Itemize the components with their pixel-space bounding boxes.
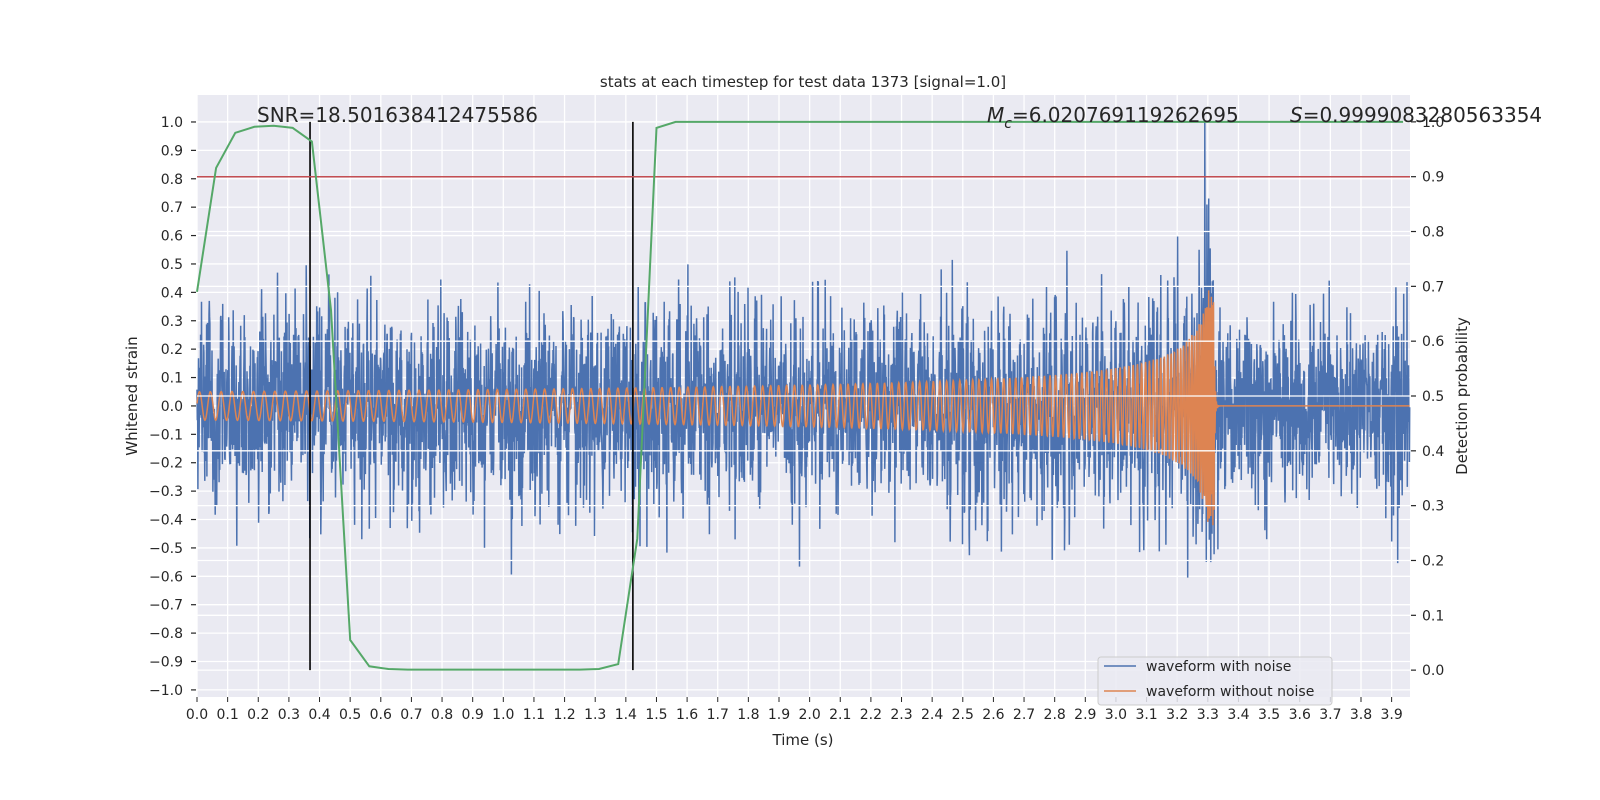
right-y-tick-label: 0.1 [1422, 608, 1444, 624]
x-tick-label: 2.2 [860, 707, 882, 723]
right-y-tick-label: 0.6 [1422, 334, 1444, 350]
y-tick-label: 0.4 [161, 285, 183, 301]
right-y-tick-label: 0.2 [1422, 553, 1444, 569]
x-tick-label: 1.6 [676, 707, 698, 723]
y-tick-label: −0.5 [149, 541, 183, 557]
legend-label-without-noise: waveform without noise [1146, 684, 1314, 700]
x-tick-label: 0.4 [308, 707, 330, 723]
x-tick-label: 2.1 [829, 707, 851, 723]
x-tick-label: 0.6 [370, 707, 392, 723]
x-tick-label: 0.0 [186, 707, 208, 723]
x-tick-label: 0.5 [339, 707, 361, 723]
x-axis-label: Time (s) [772, 731, 834, 749]
chart-title: stats at each timestep for test data 137… [600, 73, 1006, 91]
x-tick-label: 1.4 [615, 707, 637, 723]
y-axis-label: Whitened strain [123, 336, 141, 455]
right-y-tick-label: 0.8 [1422, 225, 1444, 241]
x-tick-label: 3.0 [1105, 707, 1127, 723]
snr-annotation: SNR=18.501638412475586 [257, 103, 538, 127]
x-tick-label: 1.1 [523, 707, 545, 723]
y-tick-label: 1.0 [161, 115, 183, 131]
x-tick-label: 2.3 [890, 707, 912, 723]
x-tick-label: 3.9 [1380, 707, 1402, 723]
right-y-ticks: 1.00.90.80.70.60.50.40.30.20.10.0 [1411, 115, 1444, 679]
y-tick-label: 0.3 [161, 314, 183, 330]
right-y-tick-label: 0.5 [1422, 389, 1444, 405]
x-tick-label: 1.5 [645, 707, 667, 723]
x-tick-label: 0.2 [247, 707, 269, 723]
x-tick-label: 3.4 [1227, 707, 1249, 723]
right-y-tick-label: 0.4 [1422, 444, 1444, 460]
y-tick-label: −1.0 [149, 683, 183, 699]
y-tick-label: 0.5 [161, 257, 183, 273]
mc-value: =6.020769119262695 [1012, 103, 1239, 127]
y-tick-label: 0.9 [161, 143, 183, 159]
x-tick-label: 2.6 [982, 707, 1004, 723]
y-tick-label: 0.7 [161, 200, 183, 216]
y-tick-label: −0.7 [149, 598, 183, 614]
chart: 0.0 0.1 0.2 0.3 0.4 0.5 0.6 0.7 0.8 0.9 1.0 1.1 1.2 1… [123, 73, 1542, 749]
y-tick-label: −0.6 [149, 569, 183, 585]
x-tick-label: 2.0 [798, 707, 820, 723]
y-ticks: 1.0 0.9 0.8 0.7 0.6 0.5 0.4 0.3 0.2 0.1 0.0 −0.1 −0.… [149, 115, 196, 699]
y-tick-label: 0.6 [161, 229, 183, 245]
x-tick-label: 2.8 [1044, 707, 1066, 723]
s-value: =0.9999083280563354 [1303, 103, 1542, 127]
x-tick-label: 2.4 [921, 707, 943, 723]
y-tick-label: −0.4 [149, 513, 183, 529]
x-tick-label: 2.9 [1074, 707, 1096, 723]
legend: waveform with noise waveform without noi… [1097, 656, 1333, 706]
right-y-axis-label: Detection probability [1453, 317, 1471, 475]
y-tick-label: 0.1 [161, 371, 183, 387]
y-tick-label: 0.8 [161, 172, 183, 188]
s-symbol: S [1290, 103, 1303, 127]
x-tick-label: 3.6 [1289, 707, 1311, 723]
x-tick-label: 3.7 [1319, 707, 1341, 723]
right-y-tick-label: 0.3 [1422, 499, 1444, 515]
right-y-tick-label: 0.0 [1422, 663, 1444, 679]
x-tick-label: 1.7 [707, 707, 729, 723]
mc-symbol: M [987, 103, 1004, 127]
right-y-tick-label: 0.7 [1422, 279, 1444, 295]
x-tick-label: 0.9 [462, 707, 484, 723]
x-tick-label: 1.0 [492, 707, 514, 723]
x-tick-label: 1.8 [737, 707, 759, 723]
x-tick-label: 0.7 [400, 707, 422, 723]
x-tick-label: 2.5 [952, 707, 974, 723]
x-tick-label: 1.3 [584, 707, 606, 723]
y-tick-label: 0.0 [161, 399, 183, 415]
x-tick-label: 3.8 [1350, 707, 1372, 723]
x-tick-label: 0.3 [278, 707, 300, 723]
x-tick-label: 0.8 [431, 707, 453, 723]
y-tick-label: −0.1 [149, 427, 183, 443]
x-tick-label: 3.1 [1135, 707, 1157, 723]
score-annotation: S=0.9999083280563354 [1290, 103, 1542, 127]
x-tick-label: 1.9 [768, 707, 790, 723]
x-tick-label: 3.5 [1258, 707, 1280, 723]
y-tick-label: −0.2 [149, 456, 183, 472]
right-y-tick-label: 0.9 [1422, 170, 1444, 186]
y-tick-label: −0.8 [149, 626, 183, 642]
y-tick-label: −0.9 [149, 655, 183, 671]
x-tick-label: 3.2 [1166, 707, 1188, 723]
y-tick-label: 0.2 [161, 342, 183, 358]
legend-label-with-noise: waveform with noise [1146, 659, 1291, 675]
x-tick-label: 0.1 [216, 707, 238, 723]
x-tick-label: 3.3 [1197, 707, 1219, 723]
x-tick-label: 2.7 [1013, 707, 1035, 723]
x-tick-label: 1.2 [553, 707, 575, 723]
y-tick-label: −0.3 [149, 484, 183, 500]
